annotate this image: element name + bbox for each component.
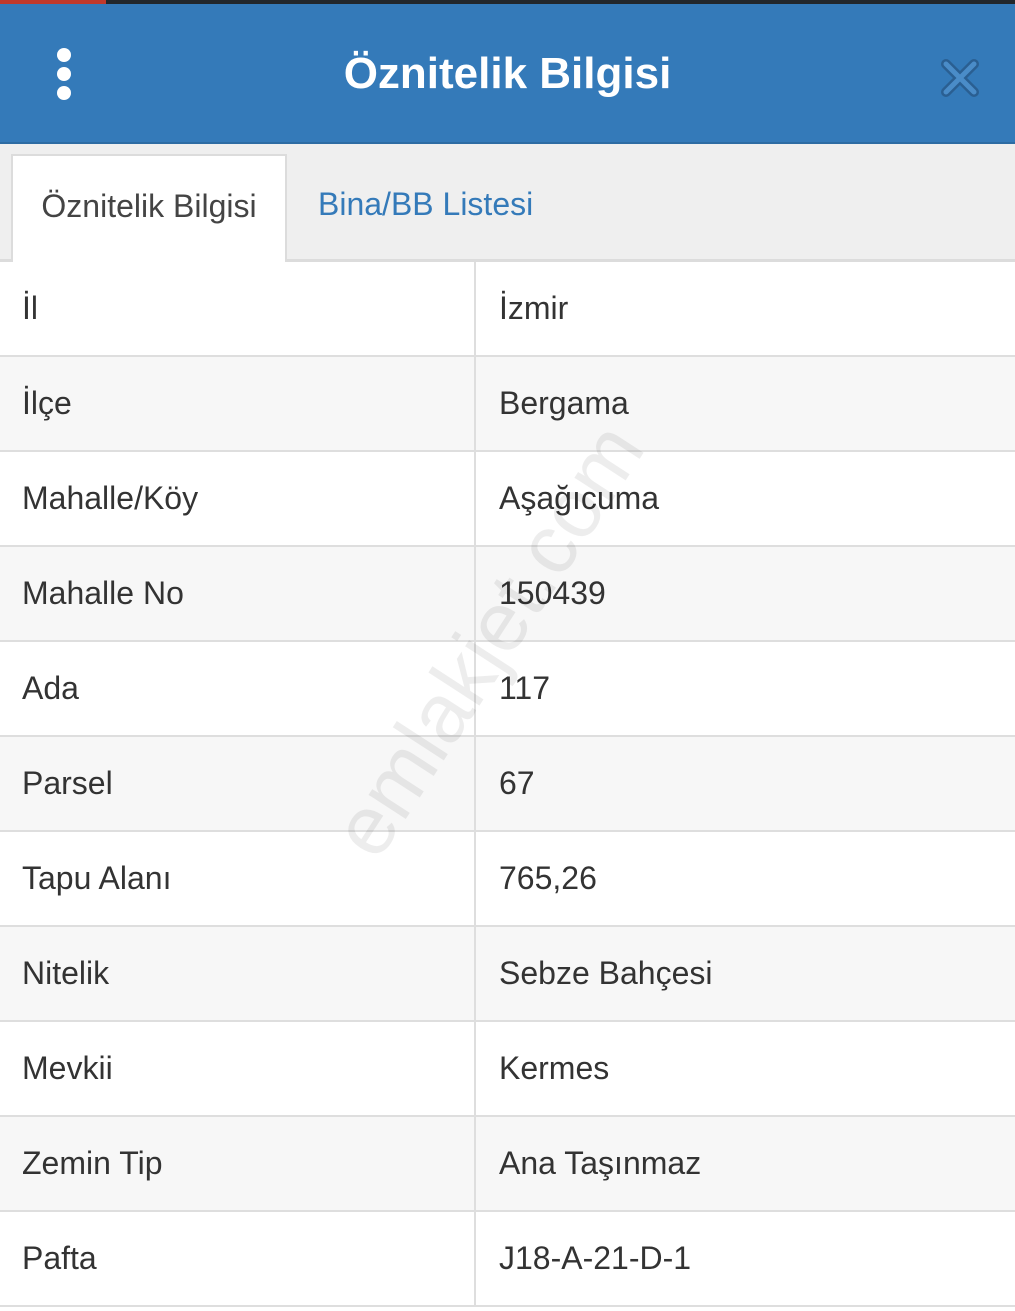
tab-oznitelik-bilgisi[interactable]: Öznitelik Bilgisi (11, 154, 287, 262)
attribute-label: Mahalle/Köy (0, 452, 476, 545)
dialog-header: Öznitelik Bilgisi (0, 4, 1015, 144)
attribute-value: 765,26 (499, 860, 597, 896)
attribute-value: Ana Taşınmaz (499, 1145, 702, 1181)
table-row: İlçe Bergama (0, 357, 1015, 452)
table-row: Ada 117 (0, 642, 1015, 737)
attribute-label: Pafta (0, 1212, 476, 1305)
table-row: Pafta J18-A-21-D-1 (0, 1212, 1015, 1307)
table-row: Zemin Tip Ana Taşınmaz (0, 1117, 1015, 1212)
attribute-value: 150439 (499, 575, 606, 611)
attribute-label: Nitelik (0, 927, 476, 1020)
table-row: Mahalle No 150439 (0, 547, 1015, 642)
table-row: Nitelik Sebze Bahçesi (0, 927, 1015, 1022)
attribute-label: Parsel (0, 737, 476, 830)
vertical-dots-icon[interactable] (46, 48, 82, 100)
table-row: Mahalle/Köy Aşağıcuma (0, 452, 1015, 547)
tab-bar: Öznitelik Bilgisi Bina/BB Listesi (0, 144, 1015, 262)
attribute-value: Sebze Bahçesi (499, 955, 713, 991)
attribute-value: J18-A-21-D-1 (499, 1240, 692, 1276)
attribute-label: İl (0, 262, 476, 355)
dialog-title: Öznitelik Bilgisi (343, 49, 672, 98)
attribute-label: Tapu Alanı (0, 832, 476, 925)
table-row: Parsel 67 (0, 737, 1015, 832)
attribute-label: İlçe (0, 357, 476, 450)
attribute-label: Mevkii (0, 1022, 476, 1115)
attribute-label: Zemin Tip (0, 1117, 476, 1210)
close-icon[interactable] (938, 56, 982, 100)
table-row: Mevkii Kermes (0, 1022, 1015, 1117)
attribute-label: Ada (0, 642, 476, 735)
attribute-value: 67 (499, 765, 535, 801)
attribute-value: 117 (499, 670, 551, 706)
attribute-table: İl İzmir İlçe Bergama Mahalle/Köy Aşağıc… (0, 262, 1015, 1307)
table-row: İl İzmir (0, 262, 1015, 357)
attribute-value: Kermes (499, 1050, 610, 1086)
attribute-value: İzmir (499, 290, 569, 326)
tab-bina-bb-listesi[interactable]: Bina/BB Listesi (318, 154, 578, 262)
attribute-label: Mahalle No (0, 547, 476, 640)
attribute-value: Bergama (499, 385, 629, 421)
table-row: Tapu Alanı 765,26 (0, 832, 1015, 927)
attribute-value: Aşağıcuma (499, 480, 660, 516)
